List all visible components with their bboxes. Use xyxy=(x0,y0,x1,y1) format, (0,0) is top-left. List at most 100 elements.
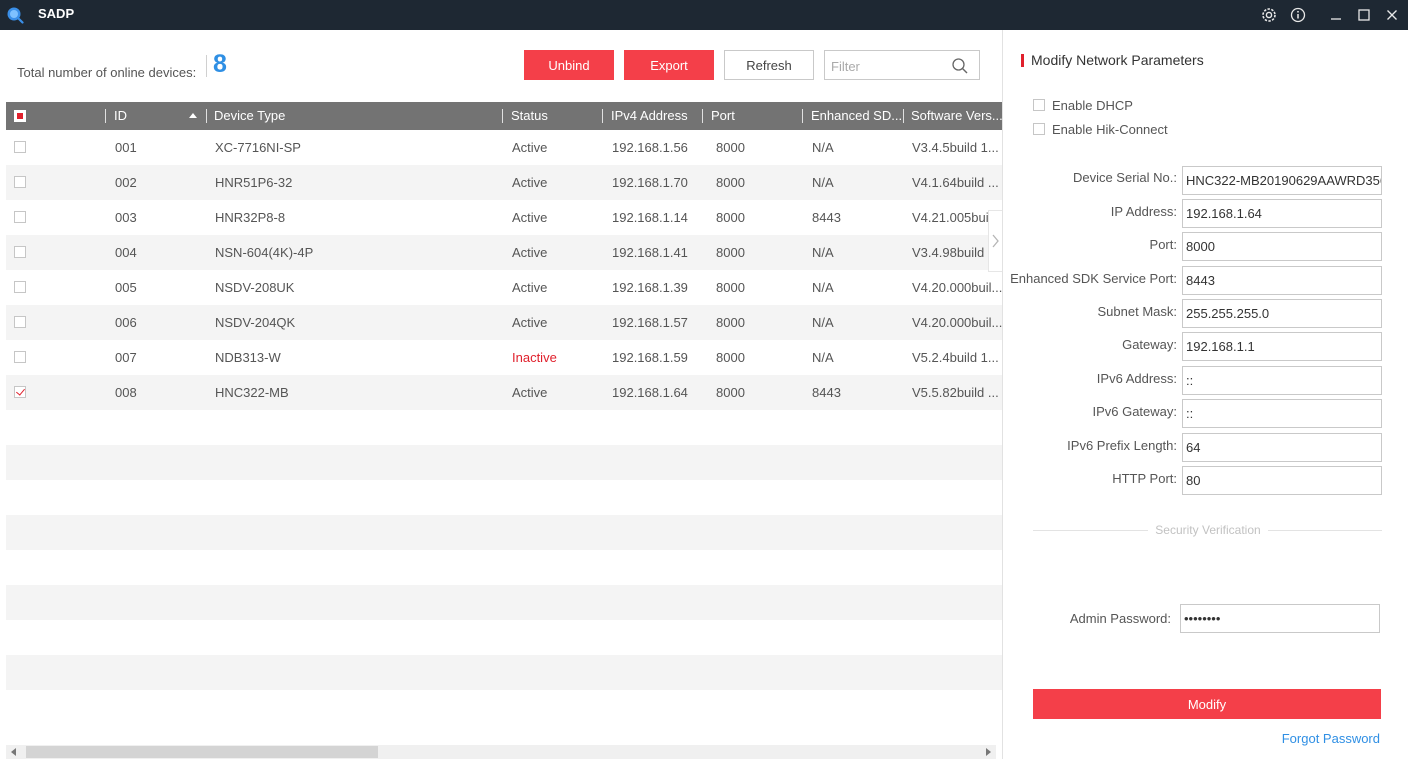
row-checkbox[interactable] xyxy=(14,141,26,153)
empty-row xyxy=(6,620,1002,655)
cell-status: Active xyxy=(512,140,548,155)
cell-software-version: V4.20.000buil... xyxy=(912,315,1002,330)
cell-port: 8000 xyxy=(716,315,745,330)
column-software-version[interactable]: Software Vers... xyxy=(911,102,1002,130)
empty-row xyxy=(6,445,1002,480)
enable-hik-connect-checkbox[interactable] xyxy=(1033,123,1045,135)
row-checkbox[interactable] xyxy=(14,351,26,363)
subnet-mask-field[interactable] xyxy=(1182,299,1382,328)
row-checkbox[interactable] xyxy=(14,386,26,398)
cell-port: 8000 xyxy=(716,140,745,155)
cell-status: Active xyxy=(512,280,548,295)
table-row[interactable]: 005 NSDV-208UK Active 192.168.1.39 8000 N/A V4… xyxy=(6,270,1002,305)
gateway-label: Gateway: xyxy=(1122,337,1177,352)
table-row[interactable]: 001 XC-7716NI-SP Active 192.168.1.56 8000 N/A… xyxy=(6,130,1002,165)
cell-port: 8000 xyxy=(716,385,745,400)
subnet-mask-label: Subnet Mask: xyxy=(1097,304,1178,319)
column-ipv4[interactable]: IPv4 Address xyxy=(611,102,701,130)
empty-row xyxy=(6,550,1002,585)
row-checkbox[interactable] xyxy=(14,211,26,223)
section-divider-left xyxy=(1033,530,1148,531)
cell-ipv4: 192.168.1.59 xyxy=(612,350,688,365)
cell-software-version: V4.1.64build ... xyxy=(912,175,999,190)
http-port-field[interactable] xyxy=(1182,466,1382,495)
table-row[interactable]: 007 NDB313-W Inactive 192.168.1.59 8000 N/A V5… xyxy=(6,340,1002,375)
device-list-area: Total number of online devices: 8 Unbind… xyxy=(0,30,1002,759)
ipv6-prefix-field[interactable] xyxy=(1182,433,1382,462)
admin-password-field[interactable] xyxy=(1180,604,1380,633)
table-row[interactable]: 004 NSN-604(4K)-4P Active 192.168.1.41 8000 N… xyxy=(6,235,1002,270)
column-id[interactable]: ID xyxy=(114,102,184,130)
ipv6-gateway-field[interactable] xyxy=(1182,399,1382,428)
cell-software-version: V5.5.82build ... xyxy=(912,385,999,400)
gateway-field[interactable] xyxy=(1182,332,1382,361)
cell-software-version: V4.20.000buil... xyxy=(912,280,1002,295)
table-row[interactable]: 002 HNR51P6-32 Active 192.168.1.70 8000 N/A V4… xyxy=(6,165,1002,200)
cell-enhanced-sdk: 8443 xyxy=(812,210,841,225)
sadp-logo-icon xyxy=(7,7,24,24)
column-device-type[interactable]: Device Type xyxy=(214,102,494,130)
ipv6-address-label: IPv6 Address: xyxy=(1096,371,1177,386)
unbind-button[interactable]: Unbind xyxy=(524,50,614,80)
table-row[interactable]: 003 HNR32P8-8 Active 192.168.1.14 8000 8443 V4… xyxy=(6,200,1002,235)
scroll-left-icon[interactable] xyxy=(11,748,16,756)
cell-id: 008 xyxy=(115,385,137,400)
serial-field[interactable] xyxy=(1182,166,1382,195)
minimize-icon xyxy=(1331,18,1341,20)
horizontal-scrollbar[interactable] xyxy=(6,745,996,759)
cell-id: 006 xyxy=(115,315,137,330)
section-divider-right xyxy=(1268,530,1382,531)
cell-id: 003 xyxy=(115,210,137,225)
cell-port: 8000 xyxy=(716,175,745,190)
cell-id: 001 xyxy=(115,140,137,155)
cell-device-type: NSN-604(4K)-4P xyxy=(215,245,314,260)
settings-button[interactable] xyxy=(1257,3,1281,27)
table-row[interactable]: 008 HNC322-MB Active 192.168.1.64 8000 8443 V5… xyxy=(6,375,1002,410)
device-table: ID Device Type Status IPv4 Address Port … xyxy=(6,102,1002,725)
empty-row xyxy=(6,690,1002,725)
sort-ascending-icon[interactable] xyxy=(189,113,197,118)
cell-device-type: HNC322-MB xyxy=(215,385,289,400)
table-row[interactable]: 006 NSDV-204QK Active 192.168.1.57 8000 N/A V4… xyxy=(6,305,1002,340)
sdk-port-field[interactable] xyxy=(1182,266,1382,295)
info-button[interactable] xyxy=(1286,3,1310,27)
row-checkbox[interactable] xyxy=(14,281,26,293)
ip-address-field[interactable] xyxy=(1182,199,1382,228)
row-checkbox[interactable] xyxy=(14,176,26,188)
select-all-checkbox[interactable] xyxy=(14,110,26,122)
forgot-password-link[interactable]: Forgot Password xyxy=(1282,731,1380,746)
search-icon[interactable] xyxy=(951,57,969,75)
cell-ipv4: 192.168.1.64 xyxy=(612,385,688,400)
column-enhanced-sdk[interactable]: Enhanced SD... xyxy=(811,102,901,130)
refresh-button[interactable]: Refresh xyxy=(724,50,814,80)
cell-id: 004 xyxy=(115,245,137,260)
close-button[interactable] xyxy=(1380,3,1404,27)
enable-dhcp-checkbox[interactable] xyxy=(1033,99,1045,111)
filter-box xyxy=(824,50,980,80)
ipv6-address-field[interactable] xyxy=(1182,366,1382,395)
minimize-button[interactable] xyxy=(1324,3,1348,27)
cell-ipv4: 192.168.1.70 xyxy=(612,175,688,190)
cell-status: Active xyxy=(512,210,548,225)
row-checkbox[interactable] xyxy=(14,316,26,328)
maximize-button[interactable] xyxy=(1352,3,1376,27)
filter-input[interactable] xyxy=(831,56,949,76)
ip-address-label: IP Address: xyxy=(1110,204,1177,219)
column-status[interactable]: Status xyxy=(511,102,599,130)
enable-hik-connect-option[interactable]: Enable Hik-Connect xyxy=(1033,120,1168,138)
column-port[interactable]: Port xyxy=(711,102,799,130)
modify-network-panel: Modify Network Parameters Enable DHCP En… xyxy=(1002,30,1408,759)
row-checkbox[interactable] xyxy=(14,246,26,258)
info-icon xyxy=(1290,7,1306,23)
total-devices-count: 8 xyxy=(213,50,227,78)
enable-dhcp-option[interactable]: Enable DHCP xyxy=(1033,96,1133,114)
export-button[interactable]: Export xyxy=(624,50,714,80)
modify-button[interactable]: Modify xyxy=(1033,689,1381,719)
port-field[interactable] xyxy=(1182,232,1382,261)
cell-device-type: NSDV-204QK xyxy=(215,315,296,330)
scroll-right-icon[interactable] xyxy=(986,748,991,756)
scrollbar-thumb[interactable] xyxy=(26,746,378,758)
cell-device-type: HNR32P8-8 xyxy=(215,210,286,225)
cell-ipv4: 192.168.1.39 xyxy=(612,280,688,295)
panel-toggle-tab[interactable] xyxy=(988,210,1002,272)
